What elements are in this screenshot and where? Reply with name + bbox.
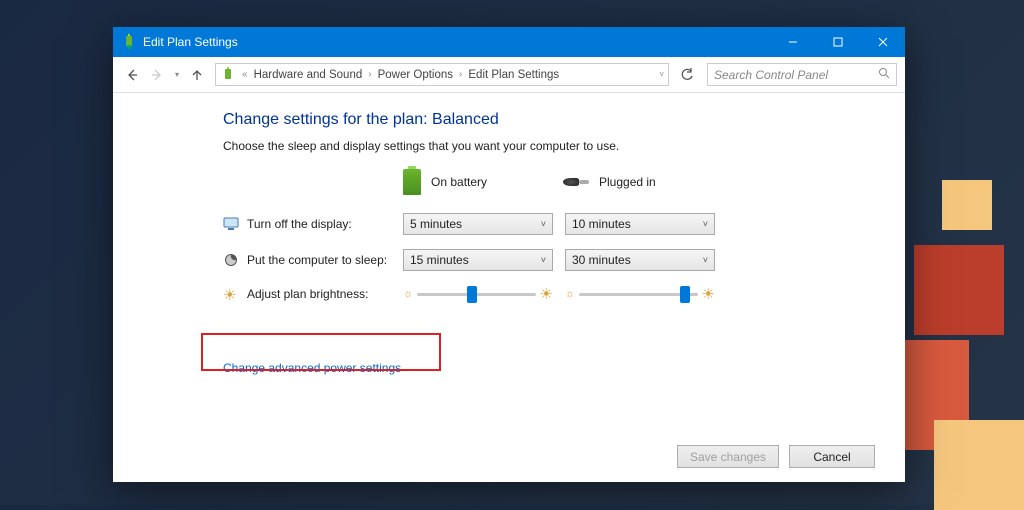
breadcrumb-seg[interactable]: Hardware and Sound: [254, 69, 363, 81]
advanced-power-settings-link[interactable]: Change advanced power settings: [223, 361, 401, 375]
search-icon: [878, 67, 890, 82]
content-area: Change settings for the plan: Balanced C…: [113, 93, 905, 482]
select-value: 5 minutes: [410, 217, 462, 231]
maximize-button[interactable]: [815, 27, 860, 57]
row-sleep: Put the computer to sleep: 15 minutes ˅ …: [223, 249, 870, 271]
breadcrumb-dropdown[interactable]: ˅: [653, 70, 664, 79]
breadcrumb-prefix: «: [240, 69, 250, 80]
nav-up-button[interactable]: [186, 64, 208, 86]
sleep-plugged-select[interactable]: 30 minutes ˅: [565, 249, 715, 271]
sun-small-icon: ☼: [565, 288, 575, 300]
page-subtext: Choose the sleep and display settings th…: [223, 139, 870, 153]
chevron-down-icon: ˅: [541, 219, 546, 229]
titlebar: Edit Plan Settings: [113, 27, 905, 57]
chevron-down-icon: ˅: [703, 219, 708, 229]
window-title: Edit Plan Settings: [143, 35, 770, 49]
battery-icon: [403, 169, 421, 195]
nav-forward-button[interactable]: [146, 64, 168, 86]
chevron-right-icon: ›: [366, 69, 373, 80]
column-battery: On battery: [403, 169, 563, 195]
slider-track[interactable]: [579, 293, 697, 296]
decorative-square: [934, 420, 1024, 510]
cancel-button[interactable]: Cancel: [789, 445, 875, 468]
chevron-down-icon: ˅: [541, 255, 546, 265]
slider-track[interactable]: [417, 293, 535, 296]
column-plugged-label: Plugged in: [599, 175, 656, 189]
breadcrumb-seg[interactable]: Power Options: [378, 69, 453, 81]
sun-small-icon: ☼: [403, 288, 413, 300]
sleep-battery-select[interactable]: 15 minutes ˅: [403, 249, 553, 271]
minimize-button[interactable]: [770, 27, 815, 57]
app-icon: [121, 34, 137, 50]
display-plugged-select[interactable]: 10 minutes ˅: [565, 213, 715, 235]
nav-history-dropdown[interactable]: ▾: [171, 64, 183, 86]
chevron-right-icon: ›: [457, 69, 464, 80]
row-display: Turn off the display: 5 minutes ˅ 10 min…: [223, 213, 870, 235]
search-input[interactable]: [714, 68, 878, 82]
power-options-icon: [220, 67, 236, 83]
sleep-icon: [223, 252, 239, 268]
select-value: 15 minutes: [410, 253, 469, 267]
close-button[interactable]: [860, 27, 905, 57]
brightness-plugged-slider[interactable]: ☼ ☀: [565, 285, 715, 303]
plug-icon: [563, 175, 589, 189]
column-headers: On battery Plugged in: [223, 169, 870, 195]
page-heading: Change settings for the plan: Balanced: [223, 111, 870, 129]
row-brightness: ☀ Adjust plan brightness: ☼ ☀ ☼ ☀: [223, 285, 870, 303]
column-plugged: Plugged in: [563, 169, 723, 195]
window: Edit Plan Settings ▾ « Hardware and Soun…: [113, 27, 905, 482]
display-icon: [223, 216, 239, 232]
row-sleep-label: Put the computer to sleep:: [247, 253, 387, 267]
slider-thumb[interactable]: [680, 286, 690, 303]
display-battery-select[interactable]: 5 minutes ˅: [403, 213, 553, 235]
refresh-button[interactable]: [676, 64, 698, 86]
navbar: ▾ « Hardware and Sound › Power Options ›…: [113, 57, 905, 93]
row-display-label: Turn off the display:: [247, 217, 352, 231]
nav-back-button[interactable]: [121, 64, 143, 86]
decorative-square: [914, 245, 1004, 335]
chevron-down-icon: ˅: [703, 255, 708, 265]
row-brightness-label: Adjust plan brightness:: [247, 287, 368, 301]
slider-thumb[interactable]: [467, 286, 477, 303]
breadcrumb-seg[interactable]: Edit Plan Settings: [468, 69, 559, 81]
brightness-icon: ☀: [223, 286, 239, 302]
sun-large-icon: ☀: [540, 285, 553, 303]
button-row: Save changes Cancel: [677, 445, 875, 468]
select-value: 30 minutes: [572, 253, 631, 267]
column-battery-label: On battery: [431, 175, 487, 189]
brightness-battery-slider[interactable]: ☼ ☀: [403, 285, 553, 303]
breadcrumb[interactable]: « Hardware and Sound › Power Options › E…: [215, 63, 669, 86]
select-value: 10 minutes: [572, 217, 631, 231]
search-box[interactable]: [707, 63, 897, 86]
sun-large-icon: ☀: [702, 285, 715, 303]
decorative-square: [942, 180, 992, 230]
save-changes-button[interactable]: Save changes: [677, 445, 779, 468]
